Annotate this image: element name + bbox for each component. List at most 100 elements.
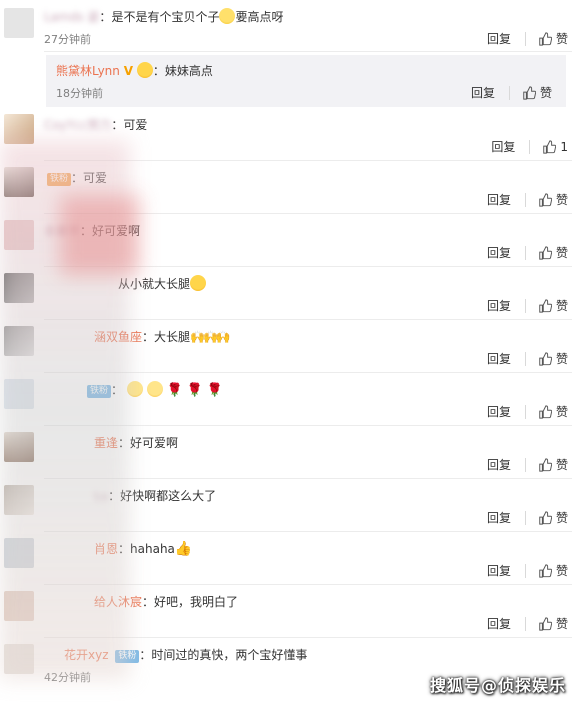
avatar[interactable] xyxy=(4,220,34,250)
like-label: 赞 xyxy=(555,299,568,313)
comment-item: 铁粉 ：可爱 回复 赞 xyxy=(4,161,572,214)
avatar[interactable] xyxy=(4,644,34,674)
comment-text: 可爱 xyxy=(83,171,108,185)
comment-line: 给人沐宸：好吧，我明白了 xyxy=(94,595,239,609)
like-label: 赞 xyxy=(555,352,568,366)
like-button[interactable]: 赞 xyxy=(538,509,568,526)
comment-actions: 回复 赞 xyxy=(487,350,568,367)
thumbs-up-icon xyxy=(539,245,552,260)
avatar[interactable] xyxy=(4,432,34,462)
comment-line: 肖恩：hahaha👍 xyxy=(94,541,193,557)
clapping-hands-icon: 🙌🙌🙌 xyxy=(190,330,231,344)
reply-button[interactable]: 回复 xyxy=(487,297,511,314)
avatar[interactable] xyxy=(4,326,34,356)
comment-item: CoyYcc努力：可爱 回复 1 xyxy=(4,108,572,161)
divider xyxy=(524,563,526,578)
username[interactable]: Lamds 姿 xyxy=(44,10,99,24)
username[interactable]: 给人沐宸 xyxy=(94,595,142,609)
username[interactable]: 涵双鱼座 xyxy=(94,330,142,344)
like-button[interactable]: 1 xyxy=(542,140,568,154)
reply-button[interactable]: 回复 xyxy=(487,191,511,208)
comment-actions: 回复 赞 xyxy=(487,30,568,47)
comment-text: 时间过的真快，两个宝好懂事 xyxy=(151,648,308,662)
comment-text: 好快啊都这么大了 xyxy=(120,489,217,503)
comment-actions: 回复 赞 xyxy=(487,456,568,473)
reply-button[interactable]: 回复 xyxy=(491,138,515,155)
comment-actions: 回复 赞 xyxy=(487,562,568,579)
iron-fan-badge: 铁粉 xyxy=(47,173,72,186)
comment-item: 给人沐宸：好吧，我明白了 回复 赞 xyxy=(4,585,572,638)
avatar[interactable] xyxy=(4,379,34,409)
avatar[interactable] xyxy=(4,591,34,621)
reply-button[interactable]: 回复 xyxy=(471,84,495,101)
like-button[interactable]: 赞 xyxy=(538,403,568,420)
comment-item: 肖恩：hahaha👍 回复 赞 xyxy=(4,532,572,585)
comment-line: 亲慕苹：好可爱啊 xyxy=(44,224,141,238)
comment-actions: 回复 赞 xyxy=(487,191,568,208)
comment-text-cont: 要高点呀 xyxy=(235,10,284,24)
reply-button[interactable]: 回复 xyxy=(487,30,511,47)
comment-text: 从小就大长腿 xyxy=(118,277,191,291)
comment-text: 好吧，我明白了 xyxy=(154,595,239,609)
username[interactable]: 花开xyz xyxy=(64,648,109,662)
comment-item: Lamds 姿：是不是有个宝贝个子 要高点呀 27分钟前 回复 赞 xyxy=(4,0,572,52)
username[interactable]: 亲慕苹 xyxy=(44,224,80,238)
divider xyxy=(524,245,526,260)
avatar[interactable] xyxy=(4,538,34,568)
comment-line: CoyYcc努力：可爱 xyxy=(44,118,148,132)
avatar[interactable] xyxy=(4,114,34,144)
divider xyxy=(524,298,526,313)
comment-item: 铁粉： 🌹 🌹 🌹 回复 赞 xyxy=(4,373,572,426)
username[interactable]: 重逢 xyxy=(94,436,118,450)
like-button[interactable]: 赞 xyxy=(538,297,568,314)
rose-icon: 🌹 xyxy=(186,383,203,398)
like-button[interactable]: 赞 xyxy=(538,615,568,632)
username[interactable]: 肖恩 xyxy=(94,542,118,556)
comment-actions: 回复 赞 xyxy=(487,615,568,632)
username[interactable]: Lu xyxy=(94,489,108,503)
thumbs-up-emoji-icon: 👍 xyxy=(174,541,193,557)
reply-button[interactable]: 回复 xyxy=(487,615,511,632)
divider xyxy=(529,139,531,154)
avatar[interactable] xyxy=(4,273,34,303)
comment-line: 铁粉 ：可爱 xyxy=(44,169,107,187)
reply-button[interactable]: 回复 xyxy=(487,350,511,367)
like-button[interactable]: 赞 xyxy=(538,244,568,261)
like-button[interactable]: 赞 xyxy=(538,456,568,473)
comment-line: 涵双鱼座：大长腿🙌🙌🙌 xyxy=(94,330,231,344)
avatar[interactable] xyxy=(4,167,34,197)
divider xyxy=(524,616,526,631)
iron-fan-badge: 铁粉 xyxy=(87,385,112,398)
like-button[interactable]: 赞 xyxy=(538,562,568,579)
reply-button[interactable]: 回复 xyxy=(487,562,511,579)
sub-reply-line: 熊黛林Lynn V ：妹妹高点 xyxy=(56,62,213,78)
comment-time: 42分钟前 xyxy=(44,671,91,684)
reply-button[interactable]: 回复 xyxy=(487,456,511,473)
like-button[interactable]: 赞 xyxy=(538,350,568,367)
reply-button[interactable]: 回复 xyxy=(487,244,511,261)
like-label: 赞 xyxy=(555,564,568,578)
reply-button[interactable]: 回复 xyxy=(487,403,511,420)
sub-reply: 熊黛林Lynn V ：妹妹高点 18分钟前 回复 赞 xyxy=(46,55,566,107)
laughing-emoji-icon xyxy=(190,275,207,291)
divider xyxy=(524,192,526,207)
reply-button[interactable]: 回复 xyxy=(487,509,511,526)
like-button[interactable]: 赞 xyxy=(538,30,568,47)
comment-text: 好可爱啊 xyxy=(130,436,179,450)
comment-line: 花开xyz 铁粉 ：时间过的真快，两个宝好懂事 xyxy=(64,648,308,663)
sub-reply-username[interactable]: 熊黛林Lynn xyxy=(56,64,120,78)
comment-text: 大长腿 xyxy=(154,330,191,344)
comment-actions: 回复 赞 xyxy=(487,244,568,261)
comment-item: 重逢：好可爱啊 回复 赞 xyxy=(4,426,572,479)
avatar[interactable] xyxy=(4,485,34,515)
like-label: 赞 xyxy=(539,86,552,100)
like-button[interactable]: 赞 xyxy=(522,84,552,101)
comment-text: 是不是有个宝贝个子 xyxy=(111,10,220,24)
comment-item: 涵双鱼座：大长腿🙌🙌🙌 回复 赞 xyxy=(4,320,572,373)
comment-item: 从小就大长腿 回复 赞 xyxy=(4,267,572,320)
rose-icon: 🌹 xyxy=(206,383,223,398)
username[interactable]: CoyYcc努力 xyxy=(44,118,111,132)
avatar[interactable] xyxy=(4,8,34,38)
divider xyxy=(524,351,526,366)
like-button[interactable]: 赞 xyxy=(538,191,568,208)
